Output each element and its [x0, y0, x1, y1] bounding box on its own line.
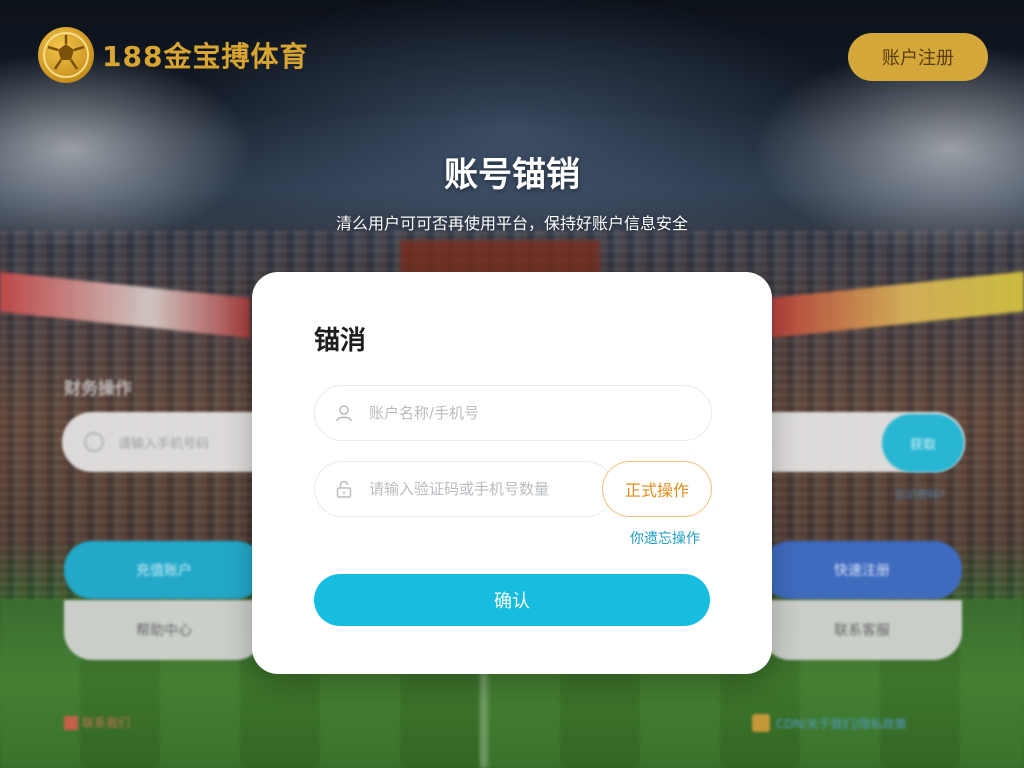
bg-help-button: 帮助中心 — [64, 600, 264, 660]
forgot-link[interactable]: 你遗忘操作 — [630, 528, 700, 548]
register-account-button[interactable]: 账户注册 — [848, 33, 988, 81]
cancel-account-card: 锚消 正式操作 你遗忘操作 确认 — [252, 272, 772, 674]
username-field[interactable] — [314, 385, 712, 441]
brand-logo[interactable]: 188金宝搏体育 — [38, 27, 308, 83]
bg-footer-right: CDN/关于我们/隐私政策 — [752, 714, 907, 732]
send-code-button[interactable]: 正式操作 — [602, 461, 712, 517]
bg-clock-icon — [84, 432, 104, 452]
code-field[interactable] — [314, 461, 614, 517]
bg-footer-left-text: 联系我们 — [82, 716, 131, 730]
username-input[interactable] — [369, 404, 711, 422]
bg-footer-right-icon — [752, 714, 770, 732]
bg-get-button: 获取 — [882, 414, 964, 472]
bg-service-button: 联系客服 — [762, 600, 962, 660]
brand-name: 188金宝搏体育 — [102, 40, 309, 73]
user-icon — [333, 402, 355, 424]
confirm-button[interactable]: 确认 — [314, 574, 710, 626]
soccer-ball-icon — [38, 27, 94, 83]
lock-icon — [333, 478, 355, 500]
bg-footer-left-icon — [64, 715, 78, 730]
card-title: 锚消 — [314, 326, 367, 356]
stadium-center-sign — [400, 240, 600, 276]
bg-footer-left: 联系我们 — [64, 714, 130, 731]
top-header: 188金宝搏体育 账户注册 — [0, 0, 1024, 112]
bg-footer-right-text: CDN/关于我们/隐私政策 — [776, 716, 907, 731]
bg-phone-input-placeholder: 请输入手机号码 — [118, 436, 210, 452]
page-title: 账号锚销 — [444, 155, 580, 195]
code-input[interactable] — [369, 480, 613, 498]
bg-recharge-button: 充值账户 — [64, 541, 264, 599]
bg-section-label: 财务操作 — [64, 379, 132, 399]
bg-register-button: 快速注册 — [762, 541, 962, 599]
page-subtitle: 清么用户可可否再使用平台，保持好账户信息安全 — [335, 214, 688, 233]
bg-forgot-link: 忘记密码? — [895, 488, 945, 501]
